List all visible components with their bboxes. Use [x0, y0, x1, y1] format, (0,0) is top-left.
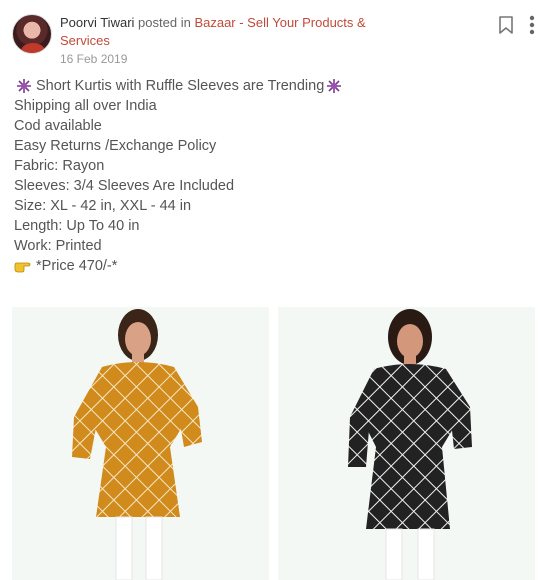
post-meta: Poorvi Tiwari posted in Bazaar - Sell Yo…	[60, 14, 390, 50]
more-vertical-icon[interactable]	[522, 14, 542, 36]
post-date: 16 Feb 2019	[60, 52, 128, 66]
post-line: Cod available	[14, 118, 102, 134]
post-images	[12, 307, 536, 580]
post-line: Length: Up To 40 in	[14, 218, 140, 234]
post-title-line: Short Kurtis with Ruffle Sleeves are Tre…	[14, 76, 529, 96]
post-line: Work: Printed	[14, 238, 102, 254]
posted-in-label: posted in	[138, 15, 191, 30]
product-image-black-kurti[interactable]	[278, 307, 535, 580]
price-line: *Price 470/-*	[14, 256, 529, 276]
post-title: Short Kurtis with Ruffle Sleeves are Tre…	[36, 78, 325, 94]
post-header: Poorvi Tiwari posted in Bazaar - Sell Yo…	[12, 12, 535, 68]
author-name[interactable]: Poorvi Tiwari	[60, 15, 134, 30]
post-line: Easy Returns /Exchange Policy	[14, 138, 217, 154]
mustard-kurti-illustration	[72, 309, 202, 580]
sparkle-emoji-icon	[327, 79, 342, 93]
post-line: Size: XL - 42 in, XXL - 44 in	[14, 198, 192, 214]
product-image-mustard-kurti[interactable]	[12, 307, 269, 580]
avatar[interactable]	[12, 14, 52, 54]
black-kurti-illustration	[348, 309, 472, 580]
post-line: Shipping all over India	[14, 98, 157, 114]
bookmark-icon[interactable]	[499, 16, 513, 34]
price-text: *Price 470/-*	[36, 258, 118, 274]
sparkle-emoji-icon	[17, 79, 31, 93]
post-body: Short Kurtis with Ruffle Sleeves are Tre…	[14, 76, 529, 276]
pointing-hand-emoji-icon	[14, 262, 31, 273]
post-line: Sleeves: 3/4 Sleeves Are Included	[14, 178, 235, 194]
post-line: Fabric: Rayon	[14, 158, 105, 174]
